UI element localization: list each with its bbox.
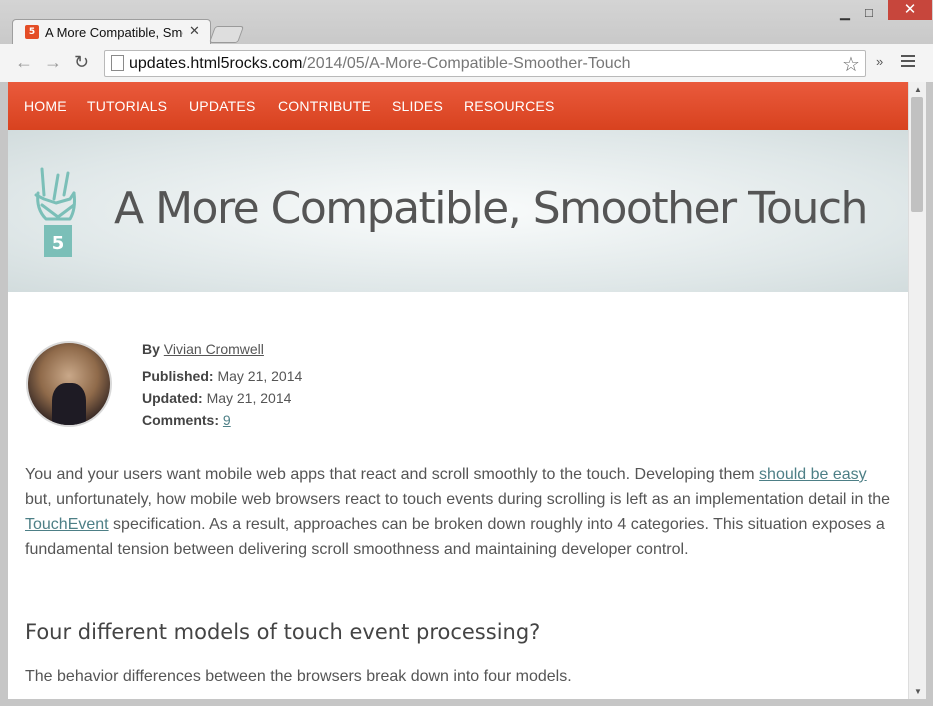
svg-text:5: 5 <box>52 233 65 254</box>
browser-toolbar: ← → ↻ updates.html5rocks.com/2014/05/A-M… <box>0 44 933 83</box>
avatar <box>26 341 112 427</box>
browser-tab[interactable]: 5 A More Compatible, Smoothe ✕ <box>12 19 211 46</box>
comments-link[interactable]: 9 <box>223 412 231 428</box>
comments-line: Comments: 9 <box>142 412 231 428</box>
author-line: By Vivian Cromwell <box>142 341 264 357</box>
page-icon <box>111 55 124 71</box>
html5-rocks-logo-icon: 5 <box>34 167 76 257</box>
back-icon[interactable]: ← <box>15 52 33 73</box>
close-window-icon[interactable]: ✕ <box>888 0 932 20</box>
touchevent-link[interactable]: TouchEvent <box>25 516 109 533</box>
html5-favicon-icon: 5 <box>25 25 39 39</box>
scroll-up-icon[interactable]: ▲ <box>914 85 922 94</box>
site-nav: HOME TUTORIALS UPDATES CONTRIBUTE SLIDES… <box>8 82 908 130</box>
scroll-down-icon[interactable]: ▼ <box>914 687 922 696</box>
page-viewport: HOME TUTORIALS UPDATES CONTRIBUTE SLIDES… <box>8 82 908 699</box>
scroll-thumb[interactable] <box>911 97 923 212</box>
section-heading: Four different models of touch event pro… <box>25 620 541 644</box>
browser-window: 5 A More Compatible, Smoothe ✕ ▁ □ ✕ ← →… <box>0 0 933 706</box>
published-line: Published: May 21, 2014 <box>142 368 303 384</box>
address-bar[interactable]: updates.html5rocks.com/2014/05/A-More-Co… <box>104 50 866 77</box>
extensions-overflow-icon[interactable]: » <box>876 54 883 69</box>
star-icon[interactable]: ☆ <box>842 52 860 77</box>
menu-icon[interactable] <box>901 55 915 67</box>
url-text[interactable]: updates.html5rocks.com/2014/05/A-More-Co… <box>129 55 631 73</box>
reload-icon[interactable]: ↻ <box>74 52 89 73</box>
nav-slides[interactable]: SLIDES <box>392 98 443 114</box>
nav-resources[interactable]: RESOURCES <box>464 98 554 114</box>
minimize-icon[interactable]: ▁ <box>840 5 850 21</box>
vertical-scrollbar[interactable]: ▲ ▼ <box>908 82 926 699</box>
article-paragraph-2: The behavior differences between the bro… <box>25 668 572 685</box>
author-link[interactable]: Vivian Cromwell <box>164 341 264 357</box>
nav-tutorials[interactable]: TUTORIALS <box>87 98 167 114</box>
forward-icon[interactable]: → <box>44 52 62 73</box>
tab-title: A More Compatible, Smoothe <box>45 25 183 40</box>
maximize-icon[interactable]: □ <box>865 5 873 20</box>
new-tab-button[interactable] <box>208 26 245 43</box>
article-banner: 5 A More Compatible, Smoother Touch <box>8 130 908 292</box>
nav-contribute[interactable]: CONTRIBUTE <box>278 98 371 114</box>
tab-close-icon[interactable]: ✕ <box>189 23 200 39</box>
title-bar: 5 A More Compatible, Smoothe ✕ ▁ □ ✕ <box>0 0 933 46</box>
page-title: A More Compatible, Smoother Touch <box>114 183 868 234</box>
updated-line: Updated: May 21, 2014 <box>142 390 292 406</box>
should-be-easy-link[interactable]: should be easy <box>759 466 867 483</box>
nav-updates[interactable]: UPDATES <box>189 98 256 114</box>
nav-home[interactable]: HOME <box>24 98 67 114</box>
article-paragraph: You and your users want mobile web apps … <box>25 466 891 558</box>
